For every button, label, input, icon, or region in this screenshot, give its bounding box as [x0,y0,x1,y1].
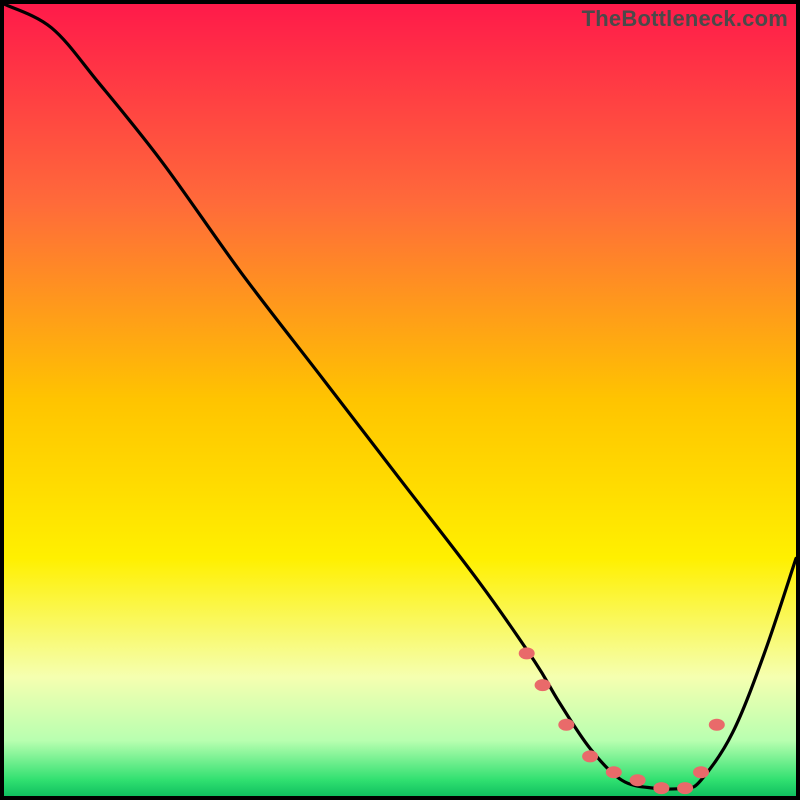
highlight-marker [582,750,598,762]
highlight-marker [558,719,574,731]
highlight-marker [535,679,551,691]
gradient-background [4,4,796,796]
highlight-marker [693,766,709,778]
chart-frame: TheBottleneck.com [0,0,800,800]
highlight-marker [606,766,622,778]
highlight-marker [709,719,725,731]
highlight-marker [519,647,535,659]
watermark-text: TheBottleneck.com [582,6,788,32]
highlight-marker [677,782,693,794]
highlight-marker [630,774,646,786]
highlight-marker [653,782,669,794]
bottleneck-chart [4,4,796,796]
